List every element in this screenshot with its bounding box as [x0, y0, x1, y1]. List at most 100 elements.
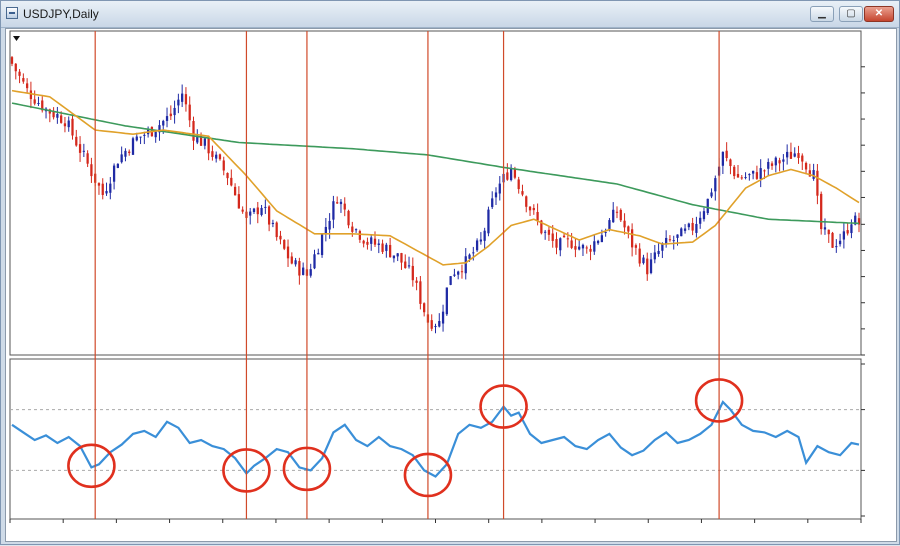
candle-body [513, 169, 517, 178]
candle-body [317, 252, 320, 255]
candle-body [570, 240, 573, 248]
candle-body [177, 99, 180, 106]
candle-body [309, 269, 312, 276]
candle-body [169, 113, 172, 117]
rsi-line [11, 400, 860, 478]
candle-body [706, 198, 709, 214]
candle-body [222, 160, 225, 171]
candle-body [672, 240, 675, 242]
candle-body [850, 224, 853, 234]
candle-body [687, 223, 690, 228]
candle-body [128, 151, 131, 153]
candle-body [759, 168, 762, 179]
candle-body [351, 226, 354, 232]
candle-body [566, 238, 569, 240]
candle-body [449, 276, 452, 285]
candle-body [423, 303, 426, 313]
candle-body [483, 230, 486, 241]
candle-body [52, 111, 55, 118]
candle-body [683, 228, 687, 231]
candle-body [135, 136, 138, 141]
candle-body [774, 157, 777, 166]
candle-body [434, 326, 437, 328]
candle-body [740, 177, 743, 179]
candle-body [294, 260, 297, 265]
candle-body [498, 183, 501, 194]
candle-body [165, 116, 169, 121]
candle-body [328, 220, 331, 230]
candle-body [729, 159, 732, 167]
candle-body [37, 103, 40, 105]
candle-body [445, 287, 448, 315]
close-button[interactable]: ✕ [864, 6, 894, 22]
candle-body [464, 256, 467, 274]
candle-body [642, 257, 645, 264]
candle-body [600, 235, 604, 243]
candle-body [763, 170, 766, 172]
candle-body [275, 222, 278, 238]
candle-body [721, 151, 725, 166]
candle-body [736, 173, 740, 178]
minimize-button[interactable]: ▁ [810, 6, 834, 22]
candle-body [249, 211, 252, 216]
candle-body [559, 238, 562, 251]
minimize-icon: ▁ [818, 8, 826, 19]
candle-body [105, 190, 108, 194]
candle-body [797, 153, 800, 158]
candle-body [173, 107, 176, 116]
candle-body [407, 265, 411, 267]
candle-body [388, 244, 392, 258]
candle-body [78, 144, 82, 153]
candle-body [646, 258, 649, 275]
candle-body [680, 228, 683, 237]
candle-body [786, 151, 789, 158]
candle-body [411, 265, 414, 281]
candle-body [373, 238, 377, 245]
candle-body [827, 229, 830, 235]
candle-body [233, 186, 237, 196]
candle-body [347, 210, 350, 226]
candle-body [188, 104, 191, 121]
candle-body [22, 78, 25, 82]
candle-body [332, 201, 335, 220]
candle-body [286, 246, 290, 259]
candle-body [438, 321, 441, 327]
candle-body [630, 229, 634, 248]
maximize-button[interactable]: ▢ [839, 6, 863, 22]
candle-body [627, 226, 630, 232]
candle-body [608, 220, 611, 231]
candle-body [419, 281, 422, 304]
candle-body [691, 222, 694, 231]
candle-body [116, 163, 120, 168]
candle-body [812, 170, 815, 179]
chart-canvas[interactable] [6, 29, 896, 541]
candle-body [82, 150, 85, 152]
candle-body [714, 178, 717, 192]
candle-body [770, 163, 774, 166]
candle-body [358, 231, 362, 240]
candle-body [120, 154, 123, 163]
candle-body [139, 136, 142, 138]
candle-body [290, 256, 293, 264]
candle-body [555, 239, 558, 248]
title-bar[interactable]: USDJPY,Daily ▁ ▢ ✕ [1, 1, 899, 28]
candle-body [271, 222, 275, 224]
candle-body [710, 192, 713, 197]
chart-area[interactable] [5, 28, 897, 542]
candle-body [320, 234, 324, 256]
candle-body [218, 154, 222, 160]
candle-body [237, 194, 241, 209]
candle-body [453, 274, 456, 276]
candle-body [536, 211, 539, 221]
candle-body [532, 207, 535, 211]
candle-body [97, 183, 101, 186]
candle-body [25, 83, 29, 89]
candle-body [649, 259, 653, 274]
candle-body [846, 230, 849, 234]
candle-body [835, 246, 838, 248]
candle-body [838, 240, 842, 245]
candle-body [63, 123, 67, 127]
candle-body [585, 247, 588, 249]
candle-body [725, 150, 728, 159]
candle-body [154, 131, 157, 138]
